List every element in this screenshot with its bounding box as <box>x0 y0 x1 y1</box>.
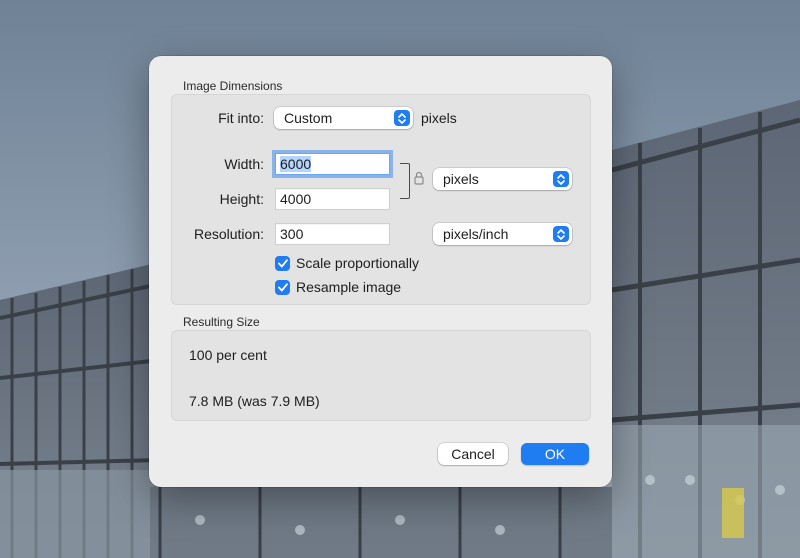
fit-into-unit: pixels <box>421 110 457 126</box>
checkmark-icon <box>277 259 288 268</box>
resulting-percent: 100 per cent <box>189 347 267 363</box>
image-dimensions-title: Image Dimensions <box>183 79 283 93</box>
resample-image-label[interactable]: Resample image <box>296 279 401 295</box>
resolution-label: Resolution: <box>193 226 264 242</box>
image-dimensions-group: Fit into: Custom pixels Width: 6000 Heig… <box>171 94 591 305</box>
lock-icon[interactable] <box>414 171 424 188</box>
resolution-unit-popup[interactable]: pixels/inch <box>433 223 572 245</box>
width-value: 6000 <box>280 156 312 172</box>
scale-proportionally-checkbox[interactable] <box>275 256 290 271</box>
resulting-file-size: 7.8 MB (was 7.9 MB) <box>189 393 320 409</box>
scale-proportionally-label[interactable]: Scale proportionally <box>296 255 419 271</box>
resolution-value: 300 <box>280 226 304 242</box>
resample-image-checkbox[interactable] <box>275 280 290 295</box>
ok-button[interactable]: OK <box>521 443 589 465</box>
cancel-button[interactable]: Cancel <box>438 443 508 465</box>
width-label: Width: <box>224 156 264 172</box>
resolution-field[interactable]: 300 <box>275 223 390 245</box>
chevron-updown-icon <box>394 110 410 126</box>
fit-into-popup[interactable]: Custom <box>274 107 413 129</box>
resulting-size-title: Resulting Size <box>183 315 260 329</box>
chevron-updown-icon <box>553 171 569 187</box>
dimension-unit-value: pixels <box>443 171 479 187</box>
checkmark-icon <box>277 283 288 292</box>
height-label: Height: <box>219 191 264 207</box>
fit-into-label: Fit into: <box>218 110 264 126</box>
dimension-unit-popup[interactable]: pixels <box>433 168 572 190</box>
proportion-link-bracket <box>400 163 410 199</box>
chevron-updown-icon <box>553 226 569 242</box>
resulting-size-group: 100 per cent 7.8 MB (was 7.9 MB) <box>171 330 591 421</box>
fit-into-value: Custom <box>284 110 333 126</box>
width-field[interactable]: 6000 <box>275 153 390 175</box>
resolution-unit-value: pixels/inch <box>443 226 509 242</box>
image-size-dialog: Image Dimensions Fit into: Custom pixels… <box>149 56 612 487</box>
height-field[interactable]: 4000 <box>275 188 390 210</box>
height-value: 4000 <box>280 191 312 207</box>
